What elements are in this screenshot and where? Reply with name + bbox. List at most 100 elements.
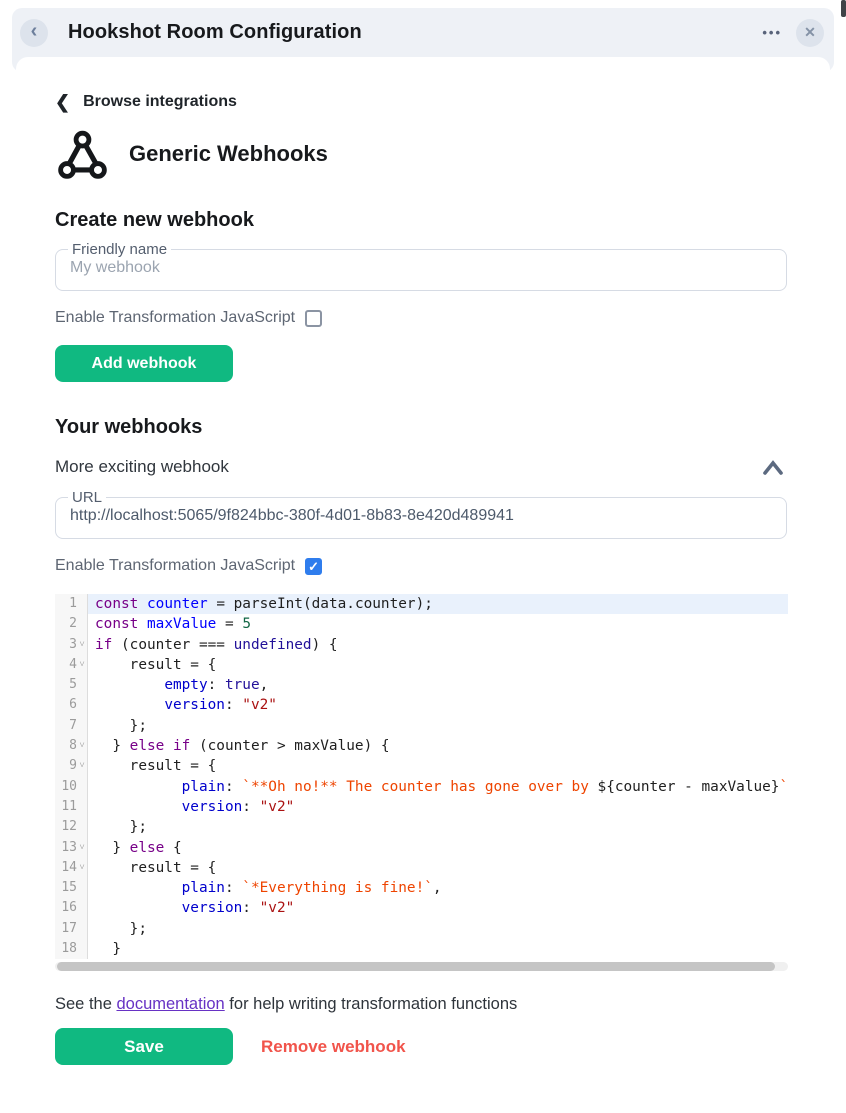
remove-webhook-button[interactable]: Remove webhook bbox=[261, 1037, 406, 1057]
webhook-url-input[interactable] bbox=[70, 507, 772, 525]
code-line[interactable]: 4˅ result = { bbox=[55, 655, 788, 675]
code-line[interactable]: 16 version: "v2" bbox=[55, 898, 788, 918]
code-line[interactable]: 9˅ result = { bbox=[55, 756, 788, 776]
close-icon: ✕ bbox=[804, 24, 816, 41]
line-number: 17 bbox=[61, 919, 77, 939]
line-number: 15 bbox=[61, 878, 77, 898]
code-line-text: if (counter === undefined) { bbox=[88, 635, 788, 655]
line-number: 13 bbox=[61, 838, 77, 858]
enable-transform-label: Enable Transformation JavaScript bbox=[55, 309, 295, 327]
friendly-name-field: Friendly name bbox=[55, 241, 787, 291]
code-line-text: version: "v2" bbox=[88, 898, 788, 918]
code-line-text: result = { bbox=[88, 858, 788, 878]
enable-transform-row-item: Enable Transformation JavaScript ✓ bbox=[55, 555, 787, 577]
code-line-text: const maxValue = 5 bbox=[88, 614, 788, 634]
line-number-gutter: 3˅ bbox=[55, 635, 88, 655]
close-button[interactable]: ✕ bbox=[796, 19, 824, 47]
line-number-gutter: 10 bbox=[55, 777, 88, 797]
line-number-gutter: 18 bbox=[55, 939, 88, 959]
page-scrollbar-fragment[interactable] bbox=[841, 0, 846, 17]
code-line-text: result = { bbox=[88, 756, 788, 776]
integration-title: Generic Webhooks bbox=[129, 141, 328, 167]
code-line-text: result = { bbox=[88, 655, 788, 675]
save-button[interactable]: Save bbox=[55, 1028, 233, 1065]
line-number: 9 bbox=[69, 756, 77, 776]
code-line[interactable]: 2 const maxValue = 5 bbox=[55, 614, 788, 634]
line-number: 8 bbox=[69, 736, 77, 756]
fold-arrow-icon[interactable]: ˅ bbox=[77, 858, 87, 878]
line-number: 2 bbox=[69, 614, 77, 634]
code-line[interactable]: 8˅ } else if (counter > maxValue) { bbox=[55, 736, 788, 756]
line-number-gutter: 12 bbox=[55, 817, 88, 837]
line-number: 10 bbox=[61, 777, 77, 797]
code-line[interactable]: 11 version: "v2" bbox=[55, 797, 788, 817]
line-number-gutter: 4˅ bbox=[55, 655, 88, 675]
collapse-webhook-button[interactable] bbox=[761, 459, 785, 476]
line-number-gutter: 9˅ bbox=[55, 756, 88, 776]
code-line[interactable]: 17 }; bbox=[55, 919, 788, 939]
hookshot-widget: ‹ Hookshot Room Configuration ••• ✕ ❮ Br… bbox=[0, 0, 846, 1113]
code-line[interactable]: 5 empty: true, bbox=[55, 675, 788, 695]
code-line-text: empty: true, bbox=[88, 675, 788, 695]
line-number-gutter: 1 bbox=[55, 594, 88, 614]
fold-arrow-icon[interactable]: ˅ bbox=[77, 838, 87, 858]
enable-transform-checkbox-checked[interactable]: ✓ bbox=[305, 558, 322, 575]
line-number-gutter: 14˅ bbox=[55, 858, 88, 878]
widget-title: Hookshot Room Configuration bbox=[68, 21, 762, 44]
line-number: 5 bbox=[69, 675, 77, 695]
editor-hscrollbar-track bbox=[55, 962, 788, 971]
code-line[interactable]: 12 }; bbox=[55, 817, 788, 837]
editor-hscrollbar-thumb[interactable] bbox=[57, 962, 775, 971]
code-line[interactable]: 10 plain: `**Oh no!** The counter has go… bbox=[55, 777, 788, 797]
line-number-gutter: 16 bbox=[55, 898, 88, 918]
code-line-text: plain: `*Everything is fine!`, bbox=[88, 878, 788, 898]
footer-actions: Save Remove webhook bbox=[55, 1028, 787, 1065]
ellipsis-icon: ••• bbox=[762, 25, 782, 40]
line-number: 4 bbox=[69, 655, 77, 675]
code-line[interactable]: 7 }; bbox=[55, 716, 788, 736]
fold-arrow-icon[interactable]: ˅ bbox=[77, 756, 87, 776]
friendly-name-label: Friendly name bbox=[68, 241, 171, 258]
webhook-url-field: URL bbox=[55, 489, 787, 539]
code-line[interactable]: 3˅if (counter === undefined) { bbox=[55, 635, 788, 655]
line-number: 3 bbox=[69, 635, 77, 655]
code-line[interactable]: 1 const counter = parseInt(data.counter); bbox=[55, 594, 788, 614]
friendly-name-input[interactable] bbox=[70, 259, 772, 277]
back-button[interactable]: ‹ bbox=[20, 19, 48, 47]
enable-transform-checkbox[interactable] bbox=[305, 310, 322, 327]
code-line-text: plain: `**Oh no!** The counter has gone … bbox=[88, 777, 788, 797]
line-number-gutter: 2 bbox=[55, 614, 88, 634]
fold-arrow-icon[interactable]: ˅ bbox=[77, 635, 87, 655]
browse-integrations-label: Browse integrations bbox=[83, 93, 237, 111]
help-suffix: for help writing transformation function… bbox=[225, 995, 518, 1013]
code-line[interactable]: 13˅ } else { bbox=[55, 838, 788, 858]
code-line[interactable]: 6 version: "v2" bbox=[55, 695, 788, 715]
fold-arrow-icon[interactable]: ˅ bbox=[77, 736, 87, 756]
enable-transform-label: Enable Transformation JavaScript bbox=[55, 557, 295, 575]
line-number-gutter: 15 bbox=[55, 878, 88, 898]
code-line[interactable]: 14˅ result = { bbox=[55, 858, 788, 878]
line-number-gutter: 13˅ bbox=[55, 838, 88, 858]
line-number: 16 bbox=[61, 898, 77, 918]
line-number: 6 bbox=[69, 695, 77, 715]
integration-header: Generic Webhooks bbox=[55, 125, 787, 183]
your-webhooks-heading: Your webhooks bbox=[55, 416, 787, 439]
help-prefix: See the bbox=[55, 995, 116, 1013]
documentation-link[interactable]: documentation bbox=[116, 995, 224, 1013]
code-line-text: }; bbox=[88, 919, 788, 939]
code-line-text: const counter = parseInt(data.counter); bbox=[88, 594, 788, 614]
browse-integrations-link[interactable]: ❮ Browse integrations bbox=[55, 90, 787, 114]
code-line[interactable]: 18 } bbox=[55, 939, 788, 959]
options-menu-button[interactable]: ••• bbox=[762, 25, 782, 40]
code-line[interactable]: 15 plain: `*Everything is fine!`, bbox=[55, 878, 788, 898]
chevron-left-icon: ‹ bbox=[31, 21, 38, 41]
fold-arrow-icon[interactable]: ˅ bbox=[77, 655, 87, 675]
code-line-text: }; bbox=[88, 817, 788, 837]
webhook-icon bbox=[55, 127, 110, 182]
chevron-left-icon: ❮ bbox=[55, 93, 70, 111]
add-webhook-button[interactable]: Add webhook bbox=[55, 345, 233, 382]
line-number: 1 bbox=[69, 594, 77, 614]
code-editor[interactable]: 1 const counter = parseInt(data.counter);… bbox=[55, 594, 788, 959]
line-number-gutter: 5 bbox=[55, 675, 88, 695]
line-number: 18 bbox=[61, 939, 77, 959]
